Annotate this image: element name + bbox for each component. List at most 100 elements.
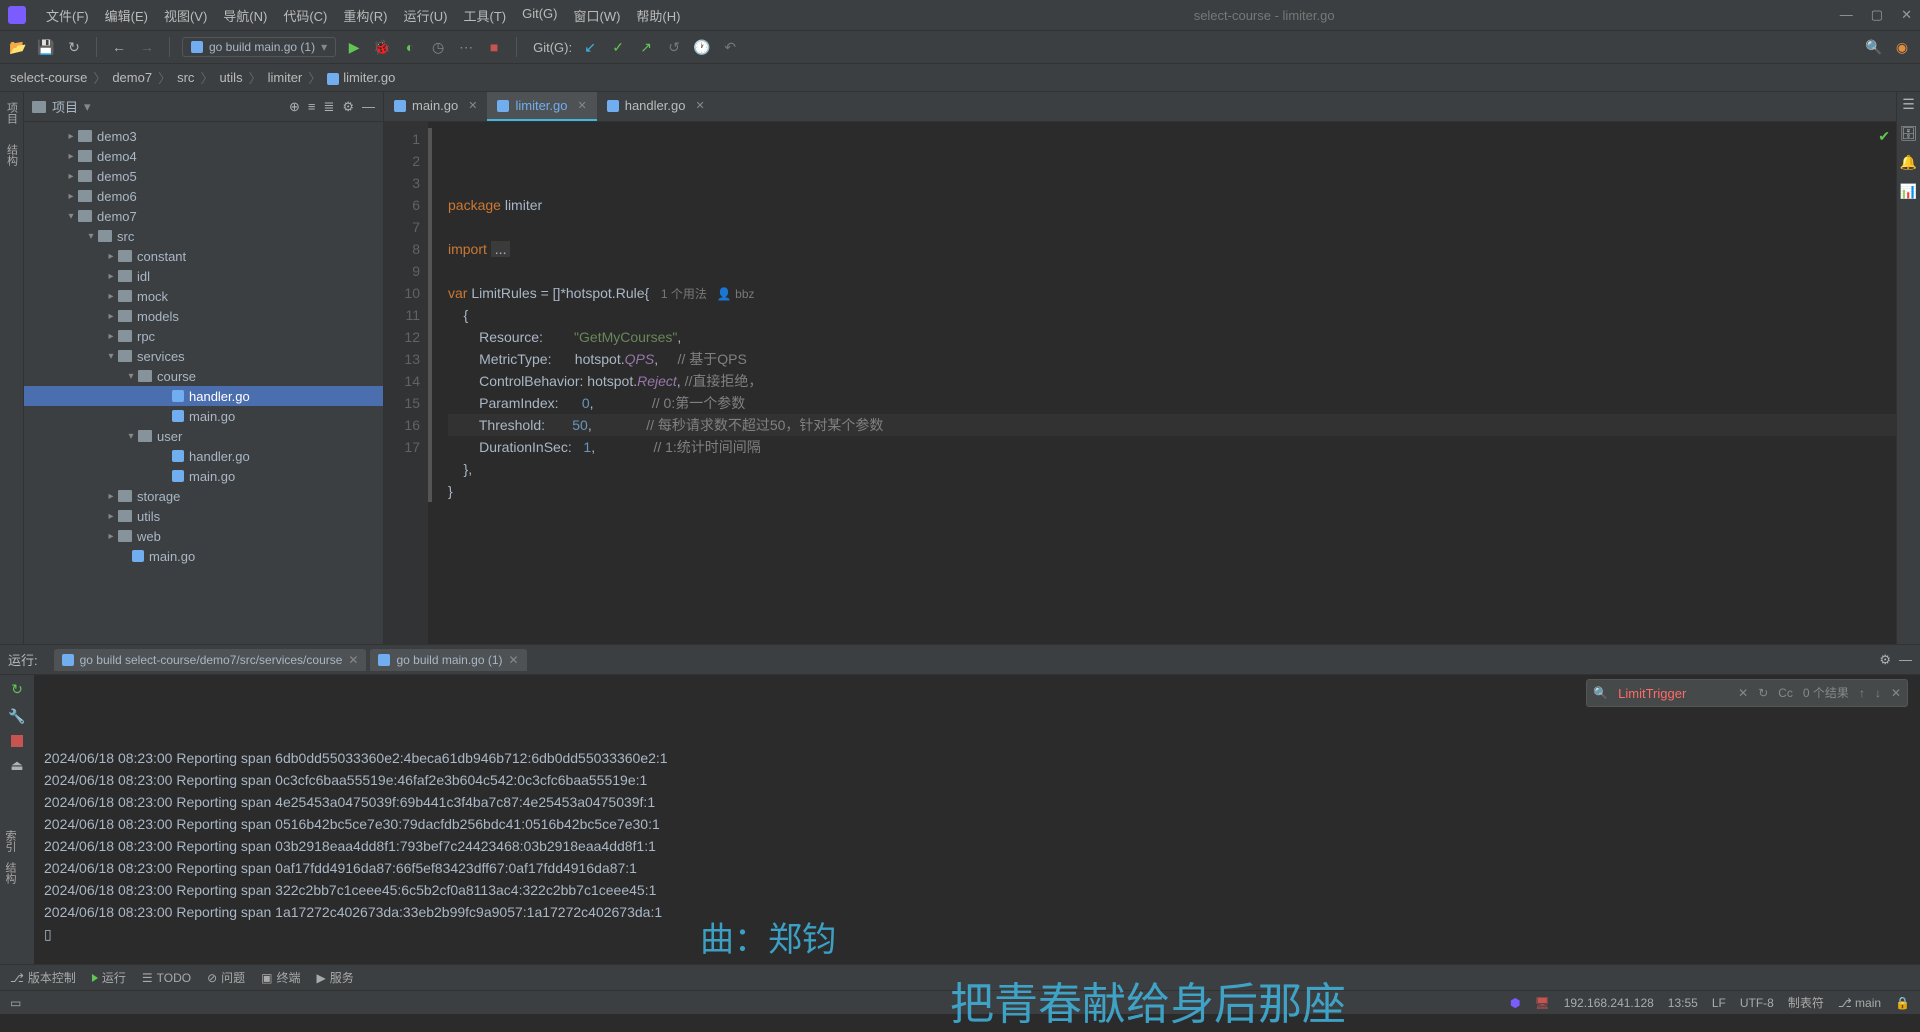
- project-tab[interactable]: 项目: [2, 96, 22, 130]
- profile-icon[interactable]: ◷: [428, 37, 448, 57]
- breadcrumb-item[interactable]: select-course: [8, 70, 89, 85]
- services-tool[interactable]: ▶服务: [317, 969, 354, 986]
- run-tool[interactable]: 运行: [92, 969, 126, 986]
- status-lock-icon[interactable]: 🔒: [1895, 996, 1910, 1010]
- tree-folder[interactable]: ▾course: [24, 366, 383, 386]
- database-icon[interactable]: 🗄: [1900, 125, 1918, 142]
- bell-icon[interactable]: 🔔: [1900, 154, 1917, 171]
- editor-tab[interactable]: handler.go✕: [597, 92, 715, 121]
- wrench-icon[interactable]: 🔧: [8, 708, 25, 725]
- settings-icon[interactable]: ⚙: [342, 99, 354, 115]
- performance-icon[interactable]: 📊: [1900, 183, 1917, 200]
- save-icon[interactable]: 💾: [36, 37, 56, 57]
- editor-body[interactable]: 12367891011121314151617 package limiteri…: [384, 122, 1896, 644]
- structure-tab-2[interactable]: 结构: [2, 862, 18, 884]
- run-tab[interactable]: go build select-course/demo7/src/service…: [54, 649, 367, 671]
- close-run-tab-icon[interactable]: ✕: [509, 653, 519, 667]
- tree-file[interactable]: main.go: [24, 406, 383, 426]
- git-rollback-icon[interactable]: ↶: [720, 37, 740, 57]
- tree-folder[interactable]: ▸web: [24, 526, 383, 546]
- tree-folder[interactable]: ▾services: [24, 346, 383, 366]
- status-branch[interactable]: ⎇ main: [1838, 996, 1881, 1010]
- run-tab[interactable]: go build main.go (1) ✕: [370, 649, 526, 671]
- run-config-dropdown[interactable]: go build main.go (1) ▾: [182, 37, 336, 57]
- index-tab[interactable]: 索引: [2, 830, 18, 852]
- breadcrumb-item[interactable]: limiter: [266, 70, 305, 85]
- tree-file[interactable]: handler.go: [24, 446, 383, 466]
- run-icon[interactable]: ▶: [344, 37, 364, 57]
- tree-file[interactable]: main.go: [24, 546, 383, 566]
- maximize-icon[interactable]: ▢: [1871, 7, 1883, 23]
- git-history-icon[interactable]: ↺: [664, 37, 684, 57]
- expand-all-icon[interactable]: ≡: [308, 99, 316, 114]
- hide-icon[interactable]: —: [362, 99, 375, 114]
- tree-folder[interactable]: ▾user: [24, 426, 383, 446]
- notifications-icon[interactable]: ☰: [1902, 96, 1915, 113]
- exit-icon[interactable]: ⏏: [10, 757, 23, 774]
- tree-folder[interactable]: ▸constant: [24, 246, 383, 266]
- tree-folder[interactable]: ▸demo3: [24, 126, 383, 146]
- menu-item[interactable]: 代码(C): [275, 3, 335, 28]
- git-clock-icon[interactable]: 🕐: [692, 37, 712, 57]
- coverage-icon[interactable]: ◐: [400, 37, 420, 57]
- match-case-icon[interactable]: Cc: [1778, 682, 1793, 704]
- prev-match-icon[interactable]: ↑: [1859, 682, 1865, 704]
- status-ip[interactable]: 192.168.241.128: [1564, 996, 1654, 1010]
- menu-item[interactable]: Git(G): [514, 3, 565, 28]
- open-icon[interactable]: 📂: [8, 37, 28, 57]
- menu-item[interactable]: 工具(T): [455, 3, 514, 28]
- tree-file[interactable]: handler.go: [24, 386, 383, 406]
- next-match-icon[interactable]: ↓: [1875, 682, 1881, 704]
- breadcrumb-item[interactable]: demo7: [110, 70, 154, 85]
- tree-folder[interactable]: ▸demo6: [24, 186, 383, 206]
- minimize-icon[interactable]: —: [1840, 7, 1853, 23]
- clear-search-icon[interactable]: ✕: [1738, 682, 1748, 704]
- git-update-icon[interactable]: ↙: [580, 37, 600, 57]
- tree-folder[interactable]: ▸utils: [24, 506, 383, 526]
- menu-item[interactable]: 文件(F): [38, 3, 97, 28]
- rerun-icon[interactable]: ↻: [11, 681, 23, 698]
- refresh-search-icon[interactable]: ↻: [1758, 682, 1768, 704]
- code-area[interactable]: package limiterimport ...var LimitRules …: [428, 122, 1896, 644]
- tree-folder[interactable]: ▸demo4: [24, 146, 383, 166]
- tree-folder[interactable]: ▸mock: [24, 286, 383, 306]
- ssh-icon[interactable]: 🖥: [1534, 996, 1549, 1010]
- menu-item[interactable]: 帮助(H): [628, 3, 688, 28]
- breadcrumb-item[interactable]: utils: [217, 70, 244, 85]
- console-search-input[interactable]: [1618, 686, 1728, 701]
- project-tree[interactable]: ▸demo3▸demo4▸demo5▸demo6▾demo7▾src▸const…: [24, 122, 383, 644]
- close-tab-icon[interactable]: ✕: [695, 99, 704, 112]
- search-icon[interactable]: 🔍: [1864, 37, 1884, 57]
- editor-tab[interactable]: main.go✕: [384, 92, 487, 121]
- menu-item[interactable]: 导航(N): [215, 3, 275, 28]
- git-commit-icon[interactable]: ✓: [608, 37, 628, 57]
- sync-icon[interactable]: ↻: [64, 37, 84, 57]
- stop-icon[interactable]: ■: [484, 37, 504, 57]
- status-icon[interactable]: ▭: [10, 996, 21, 1010]
- status-lf[interactable]: LF: [1712, 996, 1726, 1010]
- tree-folder[interactable]: ▾demo7: [24, 206, 383, 226]
- ide-settings-icon[interactable]: ◉: [1892, 37, 1912, 57]
- back-icon[interactable]: ←: [109, 37, 129, 57]
- close-run-tab-icon[interactable]: ✕: [348, 653, 358, 667]
- menu-item[interactable]: 重构(R): [335, 3, 395, 28]
- console-output[interactable]: 🔍 ✕ ↻ Cc 0 个结果 ↑ ↓ ✕ 2024/06/18 08:23:00…: [34, 675, 1920, 964]
- run-settings-icon[interactable]: ⚙: [1879, 652, 1891, 668]
- close-search-icon[interactable]: ✕: [1891, 682, 1901, 704]
- tree-folder[interactable]: ▸models: [24, 306, 383, 326]
- more-run-icon[interactable]: ⋯: [456, 37, 476, 57]
- menu-item[interactable]: 窗口(W): [565, 3, 628, 28]
- close-tab-icon[interactable]: ✕: [578, 99, 587, 112]
- tree-folder[interactable]: ▸storage: [24, 486, 383, 506]
- breadcrumb-item[interactable]: limiter.go: [325, 70, 397, 85]
- debug-icon[interactable]: 🐞: [372, 37, 392, 57]
- todo-tool[interactable]: ☰TODO: [142, 971, 191, 985]
- problems-tool[interactable]: ⊘问题: [207, 969, 245, 986]
- tree-file[interactable]: main.go: [24, 466, 383, 486]
- close-tab-icon[interactable]: ✕: [468, 99, 477, 112]
- select-opened-icon[interactable]: ⊕: [289, 99, 300, 115]
- status-indent[interactable]: 制表符: [1788, 994, 1824, 1011]
- inspection-ok-icon[interactable]: ✔: [1878, 128, 1890, 145]
- forward-icon[interactable]: →: [137, 37, 157, 57]
- status-encoding[interactable]: UTF-8: [1740, 996, 1774, 1010]
